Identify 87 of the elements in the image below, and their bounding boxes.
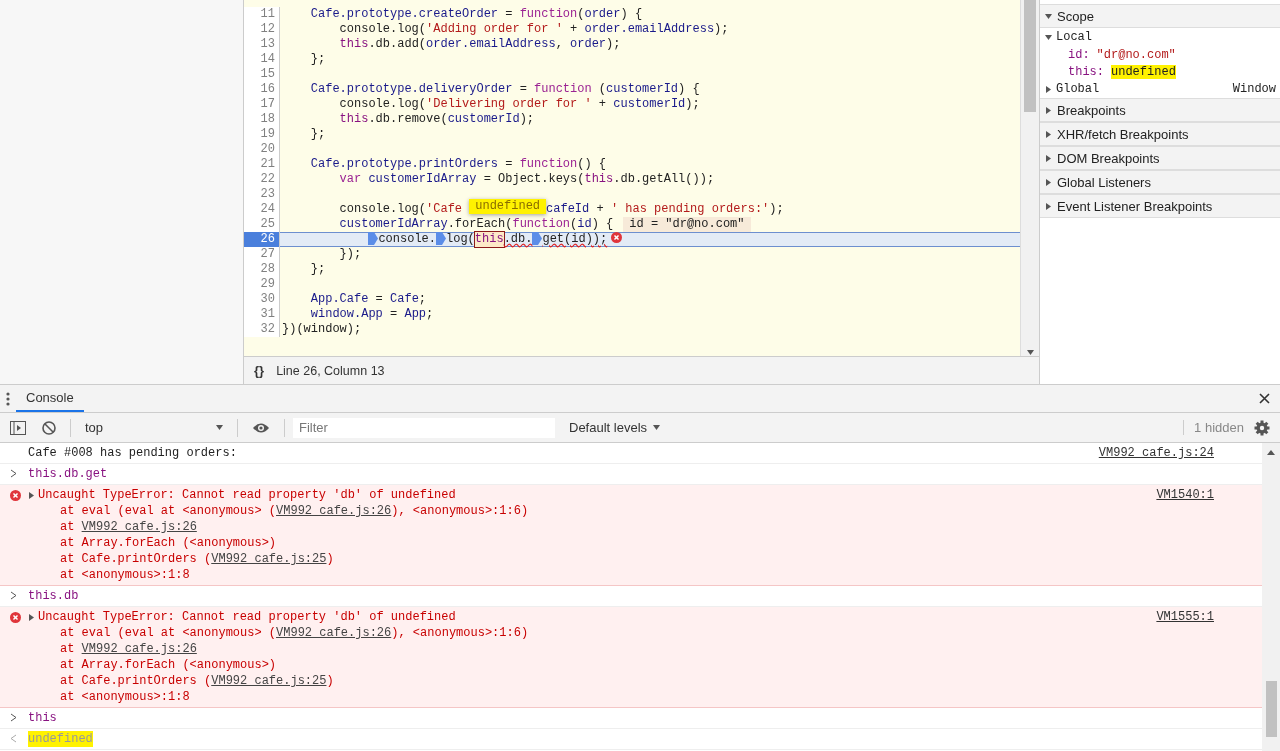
stack-trace-line: at Cafe.printOrders (VM992 cafe.js:25)	[59, 673, 335, 689]
stack-trace-line: at Cafe.printOrders (VM992 cafe.js:25)	[59, 551, 335, 567]
code-line: 21 Cafe.prototype.printOrders = function() {	[244, 157, 1020, 172]
source-link[interactable]: VM992 cafe.js:24	[1098, 445, 1214, 461]
section-header[interactable]: DOM Breakpoints	[1040, 146, 1280, 170]
code-line: 27 });	[244, 247, 1020, 262]
variable-value: "dr@no.com"	[1096, 47, 1176, 62]
source-link[interactable]: VM992 cafe.js:25	[211, 552, 327, 566]
code-line: 30 App.Cafe = Cafe;	[244, 292, 1020, 307]
code-line: 32 })(window);	[244, 322, 1020, 337]
expand-triangle-icon	[28, 491, 35, 499]
levels-dropdown[interactable]: Default levels	[563, 419, 667, 436]
hidden-count: 1 hidden	[1183, 420, 1244, 435]
source-link[interactable]: VM992 cafe.js:26	[81, 642, 197, 656]
scroll-up-icon[interactable]	[1267, 449, 1275, 455]
code-line: 16 Cafe.prototype.deliveryOrder = function (customerId) {	[244, 82, 1020, 97]
variable-name: id:	[1068, 47, 1090, 62]
code-line: 28 };	[244, 262, 1020, 277]
error-icon	[611, 232, 623, 243]
expand-triangle-icon	[1045, 202, 1052, 210]
section-header[interactable]: Scope	[1040, 4, 1280, 28]
stack-trace-line: at <anonymous>:1:8	[59, 567, 191, 583]
breakpoint-marker-icon[interactable]	[436, 232, 446, 245]
format-icon[interactable]: {}	[254, 363, 265, 378]
code-line: 29	[244, 277, 1020, 292]
stack-trace-line: at VM992 cafe.js:26	[59, 641, 198, 657]
error-icon	[10, 490, 21, 501]
stack-trace-line: at Array.forEach (<anonymous>)	[59, 535, 278, 551]
scope-group[interactable]: Local	[1056, 30, 1092, 44]
code-line: 13 this.db.add(order.emailAddress, order);	[244, 37, 1020, 52]
expand-triangle-icon	[1045, 178, 1052, 186]
section-header[interactable]: Breakpoints	[1040, 98, 1280, 122]
source-link[interactable]: VM992 cafe.js:26	[81, 520, 197, 534]
code-line: 31 window.App = App;	[244, 307, 1020, 322]
input-text: this.db.get	[28, 466, 108, 482]
log-message: Cafe #008 has pending orders:	[28, 445, 237, 461]
expand-triangle-icon	[1045, 130, 1052, 138]
section-header[interactable]: Event Listener Breakpoints	[1040, 194, 1280, 218]
stack-trace-line: at Array.forEach (<anonymous>)	[59, 657, 278, 673]
expand-triangle-icon	[1045, 154, 1052, 162]
source-link[interactable]: VM992 cafe.js:26	[276, 626, 392, 640]
breakpoint-marker-icon[interactable]	[532, 232, 543, 245]
source-link[interactable]: VM992 cafe.js:25	[211, 674, 327, 688]
expand-triangle-icon	[28, 613, 35, 621]
section-header[interactable]: Global Listeners	[1040, 170, 1280, 194]
code-line: 12 console.log('Adding order for ' + order.emailAddress);	[244, 22, 1020, 37]
section-header[interactable]: XHR/fetch Breakpoints	[1040, 122, 1280, 146]
source-link[interactable]: VM1540:1	[1156, 487, 1214, 503]
scrollbar-thumb[interactable]	[1265, 681, 1277, 737]
code-line: 20	[244, 142, 1020, 157]
value-tooltip: undefined	[469, 199, 547, 214]
variable-name: this:	[1068, 64, 1104, 79]
error-message: Uncaught TypeError: Cannot read property 'db' of undefined	[38, 609, 456, 625]
expand-triangle-icon	[1045, 106, 1052, 114]
code-line: 18 this.db.remove(customerId);	[244, 112, 1020, 127]
code-line: 14 };	[244, 52, 1020, 67]
input-text: this	[28, 710, 57, 726]
expand-triangle-icon	[1045, 85, 1052, 93]
variable-value: undefined	[1111, 64, 1176, 79]
caret-icon	[216, 424, 223, 431]
code-line: 19 };	[244, 127, 1020, 142]
stack-trace-line: at eval (eval at <anonymous> (VM992 cafe.js:26), <anonymous>:1:6)	[59, 625, 530, 641]
stack-trace-line: at eval (eval at <anonymous> (VM992 cafe.js:26), <anonymous>:1:6)	[59, 503, 530, 519]
filter-field[interactable]: Filter	[293, 417, 555, 438]
inline-value: id = "dr@no.com"	[623, 217, 751, 232]
error-message: Uncaught TypeError: Cannot read property 'db' of undefined	[38, 487, 456, 503]
source-link[interactable]: VM1555:1	[1156, 609, 1214, 625]
expand-triangle-icon	[1045, 33, 1052, 41]
input-text: this.db	[28, 588, 79, 604]
breakpoint-marker-icon[interactable]	[368, 232, 379, 245]
code-line: 17 console.log('Delivering order for ' + customerId);	[244, 97, 1020, 112]
expand-triangle-icon	[1045, 12, 1052, 20]
code-line: 22 var customerIdArray = Object.keys(this.db.getAll());	[244, 172, 1020, 187]
scope-value: Window	[1232, 82, 1277, 96]
result-text: undefined	[28, 731, 93, 747]
stack-trace-line: at <anonymous>:1:8	[59, 689, 191, 705]
code-line: 24 console.log('Cafe undefined cafeId + ' has pending orders:');	[244, 202, 1020, 217]
code-line: 15	[244, 67, 1020, 82]
context-selector[interactable]: top	[79, 420, 229, 435]
source-link[interactable]: VM992 cafe.js:26	[276, 504, 392, 518]
stack-trace-line: at VM992 cafe.js:26	[59, 519, 198, 535]
code-line: 11 Cafe.prototype.createOrder = function(order) {	[244, 7, 1020, 22]
error-icon	[10, 612, 21, 623]
caret-icon	[653, 424, 661, 431]
scope-group[interactable]: Global	[1056, 82, 1100, 96]
cursor-position: Line 26, Column 13	[276, 363, 385, 378]
scrollbar-thumb[interactable]	[1024, 0, 1036, 112]
